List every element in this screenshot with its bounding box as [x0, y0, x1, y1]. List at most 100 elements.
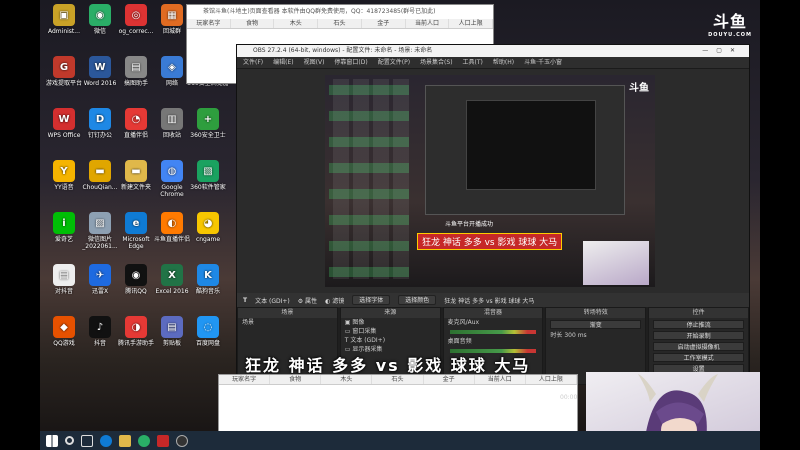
- select-font-button[interactable]: 选择字体: [352, 295, 391, 305]
- preview-desktop-mirror: 斗鱼 斗鱼平台开播成功 狂龙 神话 多多 vs 影戏 球球 大马: [325, 75, 655, 287]
- preview-avatar: [583, 241, 649, 285]
- controls-title: 控件: [649, 308, 748, 318]
- preview-icon-column: [329, 79, 409, 279]
- obs-window[interactable]: OBS 27.2.4 (64-bit, windows) - 配置文件: 未命名…: [236, 44, 750, 385]
- desktop-icon[interactable]: K 酷狗音乐: [186, 264, 230, 295]
- column-header[interactable]: 人口上限: [526, 375, 577, 384]
- stop-streaming-button[interactable]: 停止推流: [653, 320, 744, 329]
- column-header[interactable]: 木头: [321, 375, 373, 384]
- source-item[interactable]: ▣ 图像: [341, 318, 440, 327]
- column-header[interactable]: 人口上限: [449, 19, 494, 28]
- text-source-icon: T: [243, 296, 248, 304]
- task-view-icon[interactable]: [81, 434, 93, 447]
- transitions-title: 转场特效: [546, 308, 646, 318]
- column-header[interactable]: 石头: [318, 19, 362, 28]
- app-icon: ◑: [125, 316, 147, 338]
- wechat-taskbar-icon[interactable]: [138, 434, 150, 447]
- preview-logo: 斗鱼: [629, 83, 649, 94]
- right-black-bar: [760, 0, 800, 450]
- column-header[interactable]: 木头: [274, 19, 319, 28]
- scene-item[interactable]: 场景: [238, 318, 337, 327]
- studio-mode-button[interactable]: 工作室模式: [653, 353, 744, 362]
- app-icon: ◐: [161, 212, 183, 234]
- app-icon: W: [53, 108, 75, 130]
- app-icon: ✈: [89, 264, 111, 286]
- source-item[interactable]: ▭ 窗口采集: [341, 327, 440, 336]
- sources-title: 来源: [340, 308, 440, 318]
- properties-button[interactable]: ⚙ 属性: [298, 296, 317, 305]
- app-icon: ▧: [197, 160, 219, 182]
- menu-item[interactable]: 帮助(H): [493, 57, 514, 68]
- virtual-camera-button[interactable]: 启动虚拟摄像机: [653, 342, 744, 351]
- bottom-sheet-header: 玩家名字 食物 木头 石头 金子 当前人口 人口上限: [219, 375, 577, 385]
- column-header[interactable]: 当前人口: [475, 375, 526, 384]
- column-header[interactable]: 金子: [424, 375, 475, 384]
- game-taskbar-icon[interactable]: [157, 434, 169, 447]
- desktop-icon-label: 360安全卫士: [190, 132, 226, 139]
- transition-select[interactable]: 渐变: [550, 320, 642, 329]
- app-icon: D: [89, 108, 111, 130]
- menu-item[interactable]: 视图(V): [304, 57, 325, 68]
- search-icon[interactable]: [65, 436, 74, 445]
- app-icon: G: [53, 56, 75, 78]
- desktop-icon-label: 百度网盘: [195, 340, 220, 347]
- edge-taskbar-icon[interactable]: [100, 434, 112, 447]
- app-icon: +: [197, 108, 219, 130]
- column-header[interactable]: 玩家名字: [187, 19, 231, 28]
- desktop-icon[interactable]: +360安全卫士: [186, 108, 230, 139]
- app-icon: ◎: [125, 4, 147, 26]
- app-icon: W: [89, 56, 111, 78]
- clock: 00:00: [560, 394, 578, 401]
- app-icon: ▬: [89, 160, 111, 182]
- preview-team-line: 狂龙 神话 多多 vs 影戏 球球 大马: [417, 233, 563, 250]
- app-icon: X: [161, 264, 183, 286]
- app-icon: ♪: [89, 316, 111, 338]
- column-header[interactable]: 食物: [270, 375, 322, 384]
- menu-item[interactable]: 场景集合(S): [420, 57, 453, 68]
- duration-row[interactable]: 时长 300 ms: [546, 331, 645, 340]
- desktop-icon-label: cngame: [195, 236, 221, 243]
- app-icon: ▨: [89, 212, 111, 234]
- app-icon: ▬: [125, 160, 147, 182]
- app-icon: ▣: [53, 4, 75, 26]
- column-header[interactable]: 食物: [231, 19, 275, 28]
- left-black-bar: [0, 0, 40, 450]
- desktop-icon[interactable]: ◌ 百度网盘: [186, 316, 230, 347]
- window-controls[interactable]: —▢✕: [702, 45, 743, 57]
- app-icon: ◉: [125, 264, 147, 286]
- obs-taskbar-icon[interactable]: [176, 434, 188, 447]
- mixer-title: 混音器: [443, 308, 543, 318]
- app-icon: ▤: [161, 316, 183, 338]
- folder-taskbar-icon[interactable]: [119, 434, 131, 447]
- menu-item[interactable]: 配置文件(P): [378, 57, 410, 68]
- source-item[interactable]: T 文本 (GDI+): [341, 336, 440, 345]
- filters-button[interactable]: ◐ 滤镜: [325, 296, 344, 305]
- obs-menu-bar[interactable]: 文件(F) 编辑(E) 视图(V) 停靠窗口(D) 配置文件(P) 场景集合(S) 工具(T…: [237, 57, 749, 69]
- preview-status: 斗鱼平台开播成功: [445, 221, 494, 228]
- app-icon: ▦: [161, 4, 183, 26]
- column-header[interactable]: 石头: [372, 375, 424, 384]
- obs-preview-canvas[interactable]: 斗鱼 斗鱼平台开播成功 狂龙 神话 多多 vs 影戏 球球 大马: [325, 75, 655, 287]
- douyu-logo: 斗鱼 DOUYU.COM: [708, 12, 752, 38]
- app-icon: ◉: [89, 4, 111, 26]
- mic-volume-meter[interactable]: [449, 330, 537, 334]
- app-icon: ◍: [161, 160, 183, 182]
- start-icon[interactable]: [46, 434, 58, 447]
- column-header[interactable]: 当前人口: [406, 19, 450, 28]
- text-value[interactable]: 狂龙 神话 多多 vs 影戏 球球 大马: [444, 296, 534, 305]
- desktop-icon-label: 酷狗音乐: [195, 288, 220, 295]
- desktop-icon-label: 360软件管家: [190, 184, 226, 191]
- select-color-button[interactable]: 选择颜色: [398, 295, 437, 305]
- desktop-icon[interactable]: ▧ 360软件管家: [186, 160, 230, 191]
- menu-item[interactable]: 编辑(E): [273, 57, 293, 68]
- menu-item[interactable]: 文件(F): [243, 57, 263, 68]
- column-header[interactable]: 玩家名字: [219, 375, 271, 384]
- column-header[interactable]: 金子: [362, 19, 406, 28]
- menu-item[interactable]: 停靠窗口(D): [334, 57, 367, 68]
- start-recording-button[interactable]: 开始录制: [653, 331, 744, 340]
- menu-item[interactable]: 斗鱼·千玉小窗: [524, 57, 562, 68]
- app-icon: ◆: [53, 316, 75, 338]
- app-icon: ◕: [197, 212, 219, 234]
- menu-item[interactable]: 工具(T): [463, 57, 483, 68]
- desktop-icon[interactable]: ◕ cngame: [186, 212, 230, 243]
